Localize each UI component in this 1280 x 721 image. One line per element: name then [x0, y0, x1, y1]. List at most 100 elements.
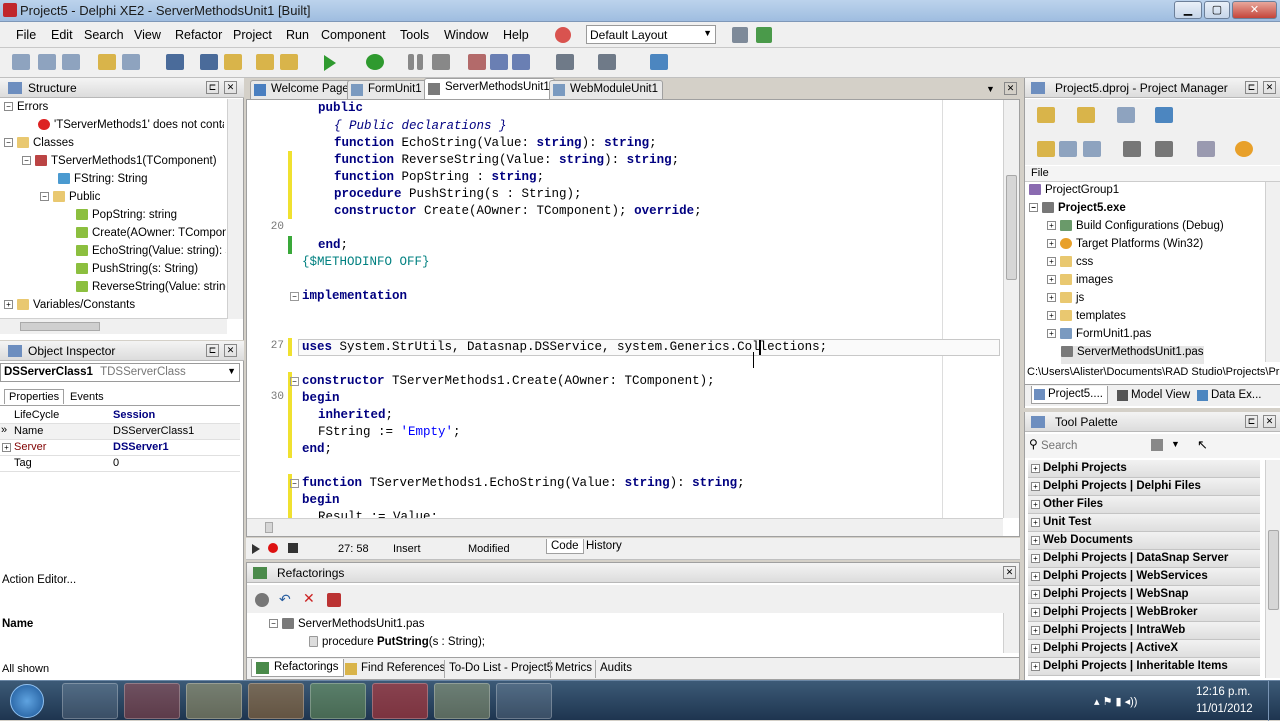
- trace-into-icon[interactable]: [468, 54, 486, 70]
- close-icon[interactable]: ✕: [1004, 82, 1017, 95]
- stop-macro-icon[interactable]: [288, 543, 298, 553]
- add-file-icon[interactable]: [256, 54, 274, 70]
- media-player-icon[interactable]: [248, 683, 304, 719]
- pm-file-column[interactable]: File: [1025, 166, 1280, 182]
- tree-item-error[interactable]: 'TServerMethods1' does not contai: [38, 119, 224, 137]
- save-desktop-icon[interactable]: [732, 27, 748, 43]
- stop-icon[interactable]: [432, 54, 450, 70]
- clock-time[interactable]: 12:16 p.m.: [1196, 686, 1250, 698]
- palette-category[interactable]: + Delphi Projects: [1028, 460, 1260, 478]
- tab-list-icon[interactable]: ▼: [986, 84, 995, 94]
- tab-welcome-page[interactable]: Welcome Page: [250, 80, 354, 99]
- activate-icon[interactable]: [1037, 107, 1055, 123]
- tab-webmoduleunit1[interactable]: WebModuleUnit1: [549, 80, 664, 99]
- tab-history[interactable]: History: [582, 539, 626, 553]
- palette-category[interactable]: + Unit Test: [1028, 514, 1260, 532]
- fold-icon[interactable]: −: [290, 479, 299, 488]
- explorer-icon[interactable]: [186, 683, 242, 719]
- start-button-icon[interactable]: [10, 684, 44, 718]
- close-icon[interactable]: ✕: [224, 81, 237, 94]
- pin-icon[interactable]: ⊏: [1245, 81, 1258, 94]
- delphi-icon[interactable]: [372, 683, 428, 719]
- chrome-icon[interactable]: [124, 683, 180, 719]
- palette-category[interactable]: + Web Documents: [1028, 532, 1260, 550]
- tab-metrics[interactable]: Metrics: [550, 660, 596, 678]
- collapse-icon[interactable]: [1083, 141, 1101, 157]
- palette-category[interactable]: + Delphi Projects | IntraWeb: [1028, 622, 1260, 640]
- tree-item-folder[interactable]: + images: [1047, 274, 1113, 292]
- open-project-icon[interactable]: [38, 54, 56, 70]
- expand-icon[interactable]: [1059, 141, 1077, 157]
- tree-item-folder[interactable]: + css: [1047, 256, 1093, 274]
- tab-model-view[interactable]: Model View: [1115, 387, 1194, 405]
- clock-date[interactable]: 11/01/2012: [1196, 703, 1253, 715]
- menu-help[interactable]: Help: [503, 28, 529, 42]
- remove-icon[interactable]: ✕: [303, 590, 315, 607]
- tree-item-method[interactable]: Create(AOwner: TCompone: [76, 227, 226, 245]
- tree-item-target-platforms[interactable]: + Target Platforms (Win32): [1047, 238, 1203, 256]
- tree-item-method[interactable]: PushString(s: String): [76, 263, 226, 281]
- remove-file-icon[interactable]: [280, 54, 298, 70]
- apply-icon[interactable]: [255, 593, 269, 607]
- new-icon[interactable]: [1077, 107, 1095, 123]
- menu-edit[interactable]: Edit: [51, 28, 73, 42]
- pm-vscroll[interactable]: [1265, 182, 1280, 362]
- structure-vscroll[interactable]: [227, 99, 243, 319]
- show-desktop-button[interactable]: [1268, 681, 1280, 721]
- build-icon[interactable]: [1155, 141, 1173, 157]
- palette-category[interactable]: + Delphi Projects | DataSnap Server: [1028, 550, 1260, 568]
- tree-item-variables[interactable]: + Variables/Constants: [4, 299, 135, 317]
- palette-category[interactable]: + Delphi Projects | WebSnap: [1028, 586, 1260, 604]
- record-macro-icon[interactable]: [268, 543, 278, 553]
- tab-servermethodsunit1[interactable]: ServerMethodsUnit1: [424, 78, 555, 99]
- undo-icon[interactable]: ↶: [279, 591, 291, 608]
- save-icon[interactable]: [166, 54, 184, 70]
- refresh-icon[interactable]: [1235, 141, 1253, 157]
- save-all-icon[interactable]: [200, 54, 218, 70]
- fold-icon[interactable]: −: [290, 377, 299, 386]
- menu-tools[interactable]: Tools: [400, 28, 429, 42]
- refactorings-vscroll[interactable]: [1003, 613, 1019, 653]
- property-row[interactable]: + Server DSServer1: [0, 440, 240, 456]
- pin-icon[interactable]: ⊏: [206, 344, 219, 357]
- reopen-icon[interactable]: [122, 54, 140, 70]
- open-icon[interactable]: [98, 54, 116, 70]
- minimize-button[interactable]: ▁: [1174, 1, 1202, 19]
- pin-icon[interactable]: ⊏: [1245, 415, 1258, 428]
- forward-icon[interactable]: [598, 54, 616, 70]
- toggle-form-unit-icon[interactable]: [224, 54, 242, 70]
- refactor-file-row[interactable]: − ServerMethodsUnit1.pas: [269, 618, 425, 630]
- menu-component[interactable]: Component: [321, 28, 386, 42]
- tab-data-explorer[interactable]: Data Ex...: [1195, 387, 1266, 405]
- tree-item-method[interactable]: PopString: string: [76, 209, 226, 227]
- tab-events[interactable]: Events: [66, 390, 108, 404]
- cursor-icon[interactable]: ↖: [1197, 437, 1208, 453]
- tab-code[interactable]: Code: [546, 539, 584, 554]
- notepad-icon[interactable]: [310, 683, 366, 719]
- tree-item-method[interactable]: ReverseString(Value: string: [76, 281, 226, 299]
- component-icon[interactable]: [650, 54, 668, 70]
- run-icon[interactable]: [324, 55, 336, 71]
- palette-category[interactable]: + Delphi Projects | WebBroker: [1028, 604, 1260, 622]
- tree-item-method[interactable]: EchoString(Value: string): s: [76, 245, 226, 263]
- close-icon[interactable]: ✕: [1263, 415, 1276, 428]
- close-icon[interactable]: [62, 54, 80, 70]
- tray-icons[interactable]: ▴ ⚑ ▮ ◂)): [1094, 695, 1184, 708]
- tree-item-public[interactable]: − Public: [40, 191, 100, 209]
- object-selector[interactable]: DSServerClass1 TDSServerClass ▼: [0, 363, 240, 382]
- tab-refactorings[interactable]: Refactorings: [251, 659, 344, 677]
- remove-icon[interactable]: [1117, 107, 1135, 123]
- menu-window[interactable]: Window: [444, 28, 488, 42]
- pause-icon-2[interactable]: [417, 54, 423, 70]
- close-button[interactable]: ✕: [1232, 1, 1277, 19]
- tree-item-file[interactable]: + FormUnit1.pas: [1047, 328, 1151, 346]
- tree-item-classes[interactable]: − Classes: [4, 137, 74, 155]
- ie-icon[interactable]: [62, 683, 118, 719]
- tree-item-projectgroup[interactable]: ProjectGroup1: [1029, 184, 1119, 202]
- run-without-debugging-icon[interactable]: [366, 54, 384, 70]
- chevron-down-icon[interactable]: ▼: [1171, 439, 1180, 449]
- list-icon[interactable]: [1123, 141, 1141, 157]
- tree-item-folder[interactable]: + templates: [1047, 310, 1126, 328]
- back-icon[interactable]: [556, 54, 574, 70]
- search-input[interactable]: [1041, 437, 1141, 454]
